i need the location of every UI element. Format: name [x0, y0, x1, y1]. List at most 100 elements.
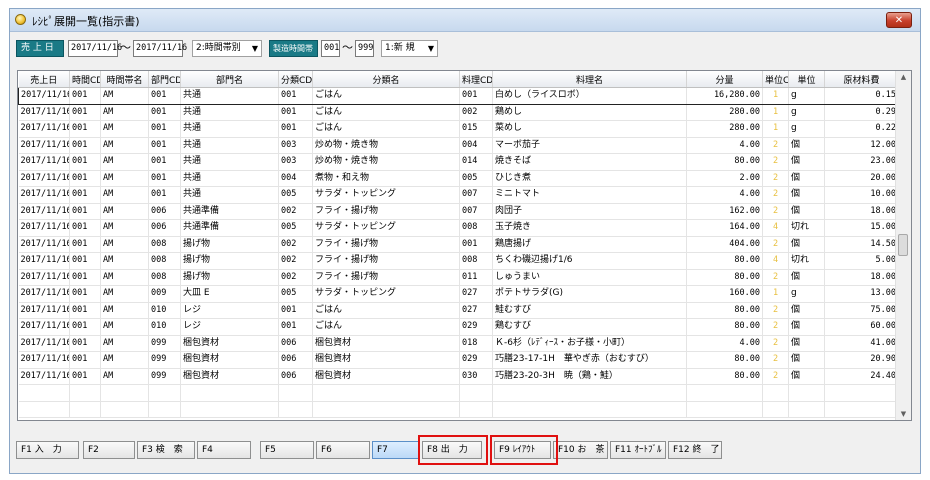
- table-row[interactable]: 2017/11/16 001 AM 006 共通準備 005 サラダ・トッピング 008 玉子焼…: [18, 219, 899, 237]
- table-row[interactable]: 2017/11/16 001 AM 008 揚げ物 002 フライ・揚げ物 011 しゅうまい 8…: [18, 269, 899, 286]
- chevron-down-icon: ▼: [427, 44, 434, 53]
- table-cell: 2017/11/16: [18, 87, 70, 105]
- table-row[interactable]: 2017/11/16 001 AM 006 共通準備 002 フライ・揚げ物 007 肉団子 16…: [18, 203, 899, 220]
- table-cell: 005: [459, 170, 493, 187]
- mode-select[interactable]: 2:時間帯別 ▼: [192, 40, 262, 57]
- f12-exit-button[interactable]: F12 終 了: [668, 441, 722, 459]
- table-cell: 75.00: [824, 302, 899, 319]
- table-cell: 玉子焼き: [492, 219, 687, 237]
- scroll-down-icon[interactable]: ▼: [896, 410, 911, 418]
- table-cell: AM: [100, 368, 149, 385]
- date-to-input[interactable]: 2017/11/16: [133, 40, 187, 57]
- table-cell: ひじき煮: [492, 170, 687, 187]
- table-cell: 006: [148, 203, 181, 220]
- column-header[interactable]: 時間帯名: [100, 71, 149, 88]
- f10-tea-button[interactable]: F10 お 茶: [553, 441, 608, 459]
- f7-button[interactable]: F7: [372, 441, 420, 459]
- table-cell: 15.00: [824, 219, 899, 237]
- column-header[interactable]: 時間CD: [69, 71, 101, 88]
- table-cell: 029: [459, 351, 493, 369]
- table-row[interactable]: 2017/11/16 001 AM 099 梱包資材 006 梱包資材 029 巧膳23-17-…: [18, 351, 899, 369]
- column-header[interactable]: 分類CD: [278, 71, 313, 88]
- table-row[interactable]: 2017/11/16 001 AM 001 共通 003 炒め物・焼き物 014 焼きそば 80.…: [18, 153, 899, 171]
- table-cell: 4.00: [686, 186, 763, 204]
- table-cell: マーボ茄子: [492, 137, 687, 154]
- table-cell: 160.00: [686, 285, 763, 303]
- table-cell: AM: [100, 186, 149, 204]
- table-row[interactable]: 2017/11/16 001 AM 001 共通 001 ごはん 002 鶏めし 280.00 1 g…: [18, 104, 899, 121]
- title-bar: ﾚｼﾋﾟ展開一覧(指示書) ✕: [10, 9, 920, 32]
- table-cell: 共通: [180, 104, 279, 121]
- empty-cell: [459, 384, 493, 402]
- table-row[interactable]: 2017/11/16 001 AM 010 レジ 001 ごはん 029 鶏むすび 80.00 2 個…: [18, 318, 899, 336]
- table-cell: ごはん: [312, 120, 460, 138]
- vertical-scrollbar[interactable]: ▲ ▼: [895, 71, 911, 420]
- table-cell: 001: [148, 87, 181, 105]
- table-cell: 2017/11/16: [18, 368, 70, 385]
- time-to-input[interactable]: 999: [355, 40, 374, 57]
- table-cell: 2: [762, 137, 789, 154]
- table-cell: 2017/11/16: [18, 318, 70, 336]
- f2-button[interactable]: F2: [83, 441, 135, 459]
- table-cell: 鶏唐揚げ: [492, 236, 687, 253]
- table-cell: 001: [459, 236, 493, 253]
- table-cell: 005: [278, 186, 313, 204]
- table-cell: 001: [69, 170, 101, 187]
- table-row[interactable]: 2017/11/16 001 AM 001 共通 001 ごはん 015 菜めし 280.00 1 g…: [18, 120, 899, 138]
- table-row[interactable]: 2017/11/16 001 AM 001 共通 004 煮物・和え物 005 ひじき煮 2.00…: [18, 170, 899, 187]
- empty-cell: [312, 401, 460, 418]
- time-from-input[interactable]: 001: [321, 40, 340, 57]
- table-row[interactable]: 2017/11/16 001 AM 010 レジ 001 ごはん 027 鮭むすび 80.00 2 個…: [18, 302, 899, 319]
- table-cell: 2017/11/16: [18, 285, 70, 303]
- table-row[interactable]: 2017/11/16 001 AM 009 大皿 E 005 サラダ・トッピング 027 ポテト…: [18, 285, 899, 303]
- table-cell: 0.22: [824, 120, 899, 138]
- empty-cell: [148, 384, 181, 402]
- table-cell: 001: [69, 137, 101, 154]
- table-row[interactable]: 2017/11/16 001 AM 008 揚げ物 002 フライ・揚げ物 001 鶏唐揚げ 40…: [18, 236, 899, 253]
- column-header[interactable]: 分量: [686, 71, 763, 88]
- column-header[interactable]: 料理CD: [459, 71, 493, 88]
- table-cell: 80.00: [686, 368, 763, 385]
- recipe-grid[interactable]: 売上日時間CD時間帯名部門CD部門名分類CD分類名料理CD料理名分量単位CD単位…: [17, 70, 912, 421]
- column-header[interactable]: 売上日: [18, 71, 70, 88]
- empty-cell: [100, 401, 149, 418]
- table-cell: 0.29: [824, 104, 899, 121]
- table-cell: 80.00: [686, 269, 763, 286]
- table-row[interactable]: 2017/11/16 001 AM 099 梱包資材 006 梱包資材 030 巧膳23-20-…: [18, 368, 899, 385]
- column-header[interactable]: 部門名: [180, 71, 279, 88]
- column-header[interactable]: 部門CD: [148, 71, 181, 88]
- column-header[interactable]: 原材料費: [824, 71, 899, 88]
- f6-button[interactable]: F6: [316, 441, 370, 459]
- table-cell: g: [788, 87, 825, 105]
- column-header[interactable]: 単位: [788, 71, 825, 88]
- table-cell: 014: [459, 153, 493, 171]
- table-row[interactable]: 2017/11/16 001 AM 099 梱包資材 006 梱包資材 018 Ｋ-6杉（ﾚﾃﾞ…: [18, 335, 899, 352]
- table-row[interactable]: 2017/11/16 001 AM 001 共通 005 サラダ・トッピング 007 ミニトマト…: [18, 186, 899, 204]
- table-row[interactable]: 2017/11/16 001 AM 001 共通 001 ごはん 001 白めし（ライスロボ） 1…: [18, 87, 899, 105]
- table-cell: 13.00: [824, 285, 899, 303]
- close-button[interactable]: ✕: [886, 12, 912, 28]
- table-cell: ミニトマト: [492, 186, 687, 204]
- table-cell: 2: [762, 170, 789, 187]
- column-header[interactable]: 分類名: [312, 71, 460, 88]
- f3-search-button[interactable]: F3 検 索: [137, 441, 195, 459]
- f11-hors-doeuvre-button[interactable]: F11 ｵｰﾄﾌﾞﾙ: [610, 441, 666, 459]
- table-cell: 002: [459, 104, 493, 121]
- f5-button[interactable]: F5: [260, 441, 314, 459]
- table-cell: ごはん: [312, 104, 460, 121]
- column-header[interactable]: 料理名: [492, 71, 687, 88]
- table-cell: 梱包資材: [180, 335, 279, 352]
- table-cell: 個: [788, 153, 825, 171]
- table-row[interactable]: 2017/11/16 001 AM 008 揚げ物 002 フライ・揚げ物 008 ちくわ磯辺揚…: [18, 252, 899, 270]
- scroll-up-icon[interactable]: ▲: [896, 73, 911, 81]
- table-cell: 001: [69, 87, 101, 105]
- scroll-thumb[interactable]: [898, 234, 908, 256]
- table-cell: 2: [762, 269, 789, 286]
- column-header[interactable]: 単位CD: [762, 71, 789, 88]
- f1-input-button[interactable]: F1 入 力: [16, 441, 79, 459]
- table-row[interactable]: 2017/11/16 001 AM 001 共通 003 炒め物・焼き物 004 マーボ茄子 4.…: [18, 137, 899, 154]
- table-cell: 162.00: [686, 203, 763, 220]
- type-select[interactable]: 1:新 規 ▼: [381, 40, 438, 57]
- f4-button[interactable]: F4: [197, 441, 251, 459]
- date-from-input[interactable]: 2017/11/16: [68, 40, 122, 57]
